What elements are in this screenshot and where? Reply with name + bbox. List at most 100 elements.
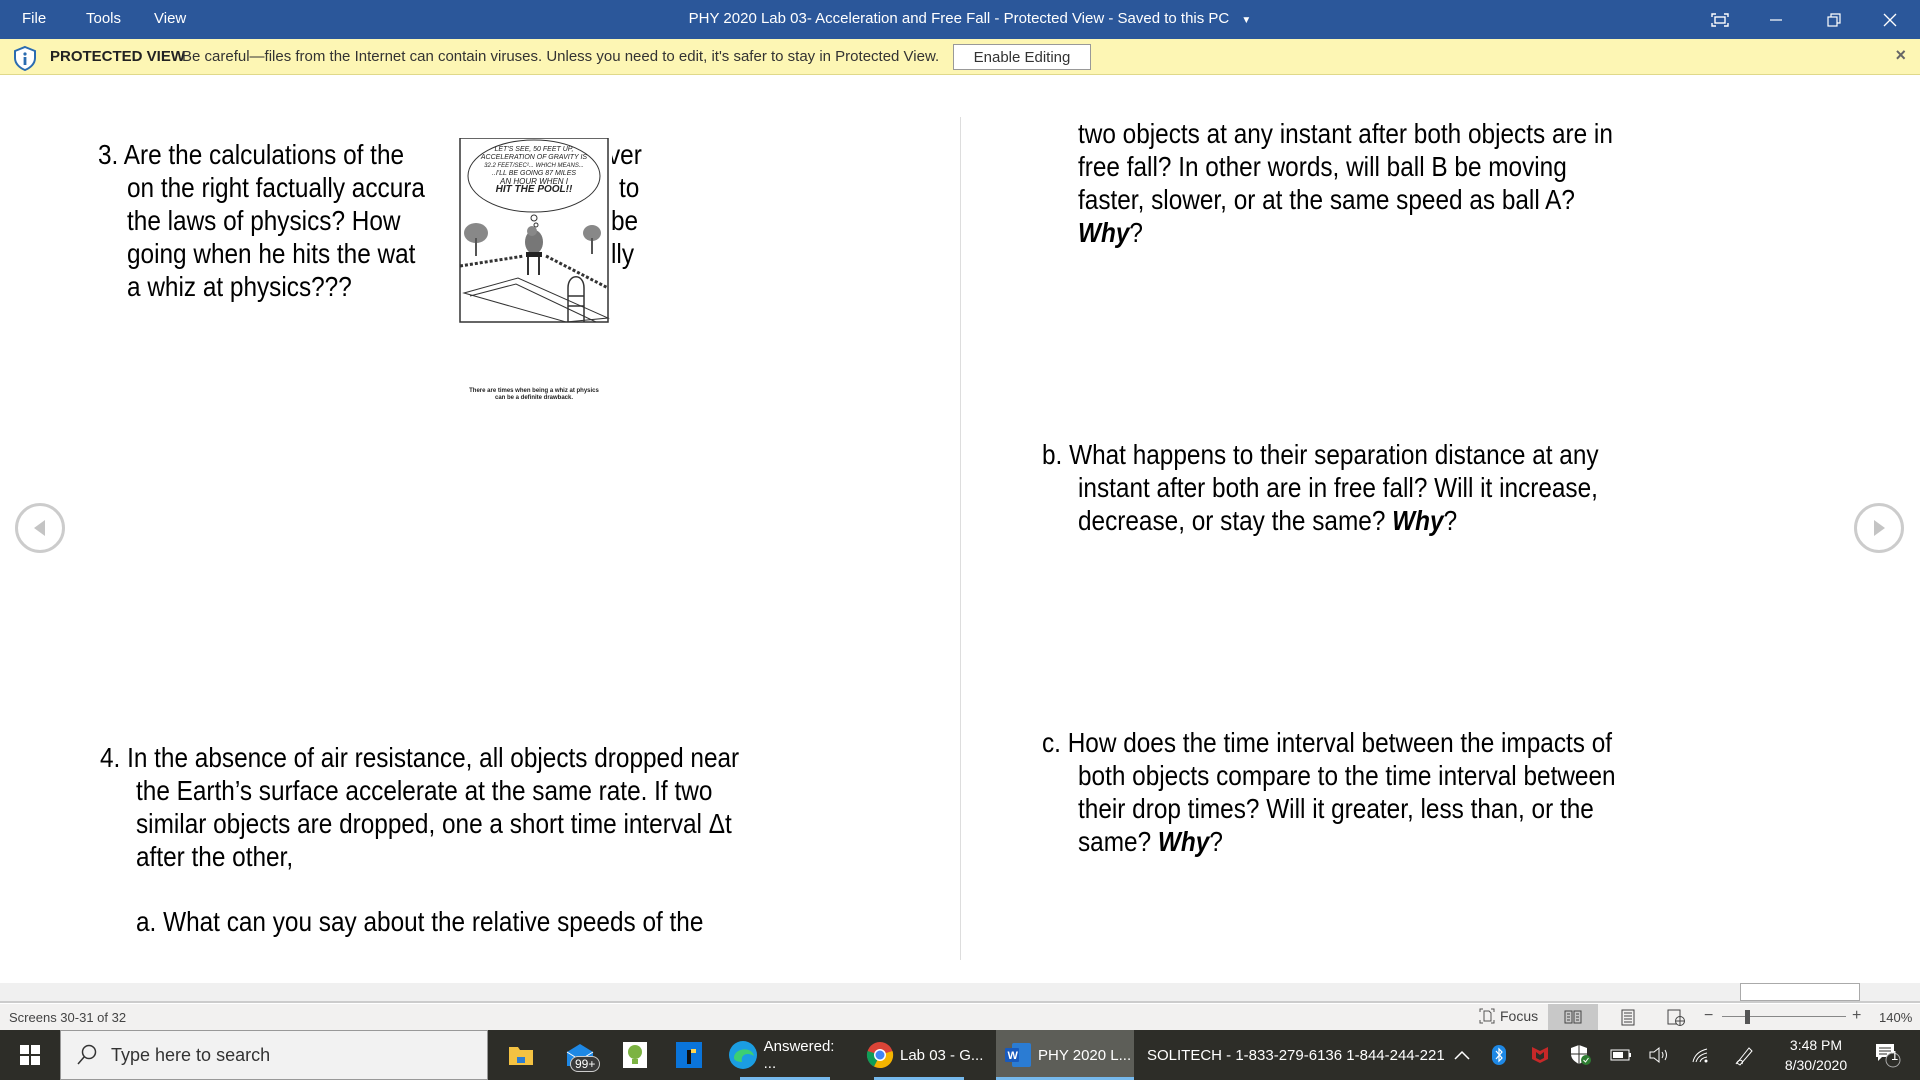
zoom-level[interactable]: 140% xyxy=(1879,1010,1912,1025)
q3-fragment: ver xyxy=(608,139,642,170)
notification-count: 1 xyxy=(1891,1048,1899,1063)
q4b-line: instant after both are in free fall? Wil… xyxy=(1078,472,1598,503)
clock[interactable]: 3:48 PM 8/30/2020 xyxy=(1776,1030,1856,1080)
q4-line: 4. In the absence of air resistance, all… xyxy=(100,742,740,773)
app-button[interactable] xyxy=(620,1030,650,1080)
zoom-in-button[interactable]: + xyxy=(1852,1007,1861,1025)
triangle-right-icon xyxy=(1874,520,1885,536)
focus-label: Focus xyxy=(1500,1008,1539,1024)
q4c-line: both objects compare to the time interva… xyxy=(1078,760,1616,791)
why-emphasis: Why xyxy=(1392,505,1444,536)
read-mode-button[interactable] xyxy=(1548,1004,1598,1030)
window-title-text: PHY 2020 Lab 03- Acceleration and Free F… xyxy=(688,10,1230,27)
solitech-toolbar[interactable]: SOLITECH - 1-833-279-6136 1-844-244-221 xyxy=(1147,1030,1445,1080)
chevron-down-icon[interactable]: ▼ xyxy=(1241,15,1251,26)
web-layout-button[interactable] xyxy=(1656,1004,1696,1030)
mail-button[interactable]: 99+ xyxy=(560,1030,601,1080)
q3-line: 3. Are the calculations of the xyxy=(98,139,405,170)
security-shield-icon xyxy=(1571,1045,1591,1065)
next-screen-button[interactable] xyxy=(1854,503,1904,553)
q4-line: the Earth’s surface accelerate at the sa… xyxy=(136,775,713,806)
clock-time: 3:48 PM xyxy=(1789,1037,1843,1053)
volume-tray-icon[interactable] xyxy=(1648,1030,1672,1080)
restore-button[interactable] xyxy=(1806,0,1862,39)
print-layout-button[interactable] xyxy=(1608,1004,1648,1030)
mcafee-tray-icon[interactable] xyxy=(1530,1030,1550,1080)
close-button[interactable] xyxy=(1862,0,1918,39)
pen-icon xyxy=(1735,1047,1753,1066)
focus-button[interactable]: Focus xyxy=(1478,1007,1538,1025)
start-button[interactable] xyxy=(0,1030,60,1080)
minimize-button[interactable] xyxy=(1748,0,1804,39)
taskbar-app-edge[interactable]: Answered: ... xyxy=(724,1030,850,1080)
taskbar: Type here to search 99+ Answered: ... La… xyxy=(0,1030,1920,1080)
taskbar-app-chrome[interactable]: Lab 03 - G... xyxy=(862,1030,988,1080)
word-icon: W xyxy=(1005,1043,1031,1067)
q4a-line: faster, slower, or at the same speed as … xyxy=(1078,184,1575,215)
web-layout-icon xyxy=(1667,1009,1685,1026)
q4c-line: same? Why? xyxy=(1078,825,1223,858)
zoom-slider-thumb[interactable] xyxy=(1745,1010,1750,1024)
screens-count: Screens 30-31 of 32 xyxy=(9,1010,127,1025)
zoom-slider[interactable] xyxy=(1722,1016,1846,1017)
search-icon xyxy=(77,1044,97,1065)
protected-view-message: Be careful—files from the Internet can c… xyxy=(182,48,940,65)
enable-editing-button[interactable]: Enable Editing xyxy=(953,44,1091,70)
window-title[interactable]: PHY 2020 Lab 03- Acceleration and Free F… xyxy=(0,10,1920,27)
svg-text:W: W xyxy=(1008,1050,1019,1062)
q4b-text: decrease, or stay the same? xyxy=(1078,505,1393,536)
app-button[interactable] xyxy=(674,1030,704,1080)
close-icon xyxy=(1883,13,1897,26)
taskbar-app-label: PHY 2020 L... xyxy=(1038,1046,1132,1064)
show-hidden-icons-button[interactable] xyxy=(1452,1030,1472,1080)
q3-line: going when he hits the wat xyxy=(127,238,416,269)
focus-mode-icon xyxy=(1711,12,1729,27)
shield-info-icon xyxy=(14,45,36,71)
cartoon-bubble-line: 32.2 FEET/SEC²... WHICH MEANS... xyxy=(484,163,584,169)
battery-tray-icon[interactable] xyxy=(1610,1030,1632,1080)
zoom-out-button[interactable]: − xyxy=(1704,1007,1713,1025)
cartoon-bubble-line: ACCELERATION OF GRAVITY IS xyxy=(480,154,588,161)
q4a-line: a. What can you say about the relative s… xyxy=(136,906,704,937)
q3-fragment: be xyxy=(611,205,639,236)
search-placeholder: Type here to search xyxy=(111,1044,271,1065)
status-bar: Screens 30-31 of 32 Focus − + 140% xyxy=(0,1004,1920,1030)
q3-line: a whiz at physics??? xyxy=(127,271,352,302)
search-box[interactable]: Type here to search xyxy=(60,1030,488,1080)
horizontal-scrollbar-thumb[interactable] xyxy=(1740,983,1860,1001)
protected-view-label: PROTECTED VIEW xyxy=(50,48,186,65)
mcafee-shield-icon xyxy=(1532,1047,1548,1063)
question-mark: ? xyxy=(1443,505,1458,536)
wifi-icon xyxy=(1692,1048,1708,1063)
previous-screen-button[interactable] xyxy=(15,503,65,553)
focus-icon xyxy=(1479,1008,1495,1024)
focus-mode-button[interactable] xyxy=(1692,0,1748,39)
speaker-icon xyxy=(1649,1046,1667,1064)
why-emphasis: Why xyxy=(1157,826,1210,857)
question-mark: ? xyxy=(1209,826,1223,857)
pen-tray-icon[interactable] xyxy=(1734,1030,1756,1080)
print-layout-icon xyxy=(1621,1009,1635,1025)
document-reading-area: 3. Are the calculations of the on the ri… xyxy=(0,76,1920,983)
close-protected-bar-icon[interactable]: × xyxy=(1895,45,1906,66)
taskbar-app-word[interactable]: W PHY 2020 L... xyxy=(996,1030,1134,1080)
minimize-icon xyxy=(1770,18,1782,21)
defender-tray-icon[interactable] xyxy=(1570,1030,1592,1080)
bluetooth-tray-icon[interactable] xyxy=(1490,1030,1508,1080)
q3-line: the laws of physics? How xyxy=(127,205,401,236)
q3-line: on the right factually accura xyxy=(127,172,425,203)
q4a-line: two objects at any instant after both ob… xyxy=(1078,118,1613,149)
action-center-button[interactable]: 1 xyxy=(1868,1030,1908,1080)
title-bar: File Tools View PHY 2020 Lab 03- Acceler… xyxy=(0,0,1920,39)
file-explorer-button[interactable] xyxy=(505,1030,537,1080)
page-divider xyxy=(960,117,961,960)
q4c-line: their drop times? Will it greater, less … xyxy=(1078,793,1594,824)
q4c-text: same? xyxy=(1078,826,1158,857)
q4a-line: free fall? In other words, will ball B b… xyxy=(1078,151,1567,182)
wifi-tray-icon[interactable] xyxy=(1690,1030,1712,1080)
read-mode-icon xyxy=(1564,1010,1582,1024)
edge-icon xyxy=(729,1041,757,1069)
protected-view-bar: PROTECTED VIEW Be careful—files from the… xyxy=(0,39,1920,75)
horizontal-scroll-area xyxy=(0,983,1920,1003)
why-emphasis: Why xyxy=(1078,217,1130,248)
